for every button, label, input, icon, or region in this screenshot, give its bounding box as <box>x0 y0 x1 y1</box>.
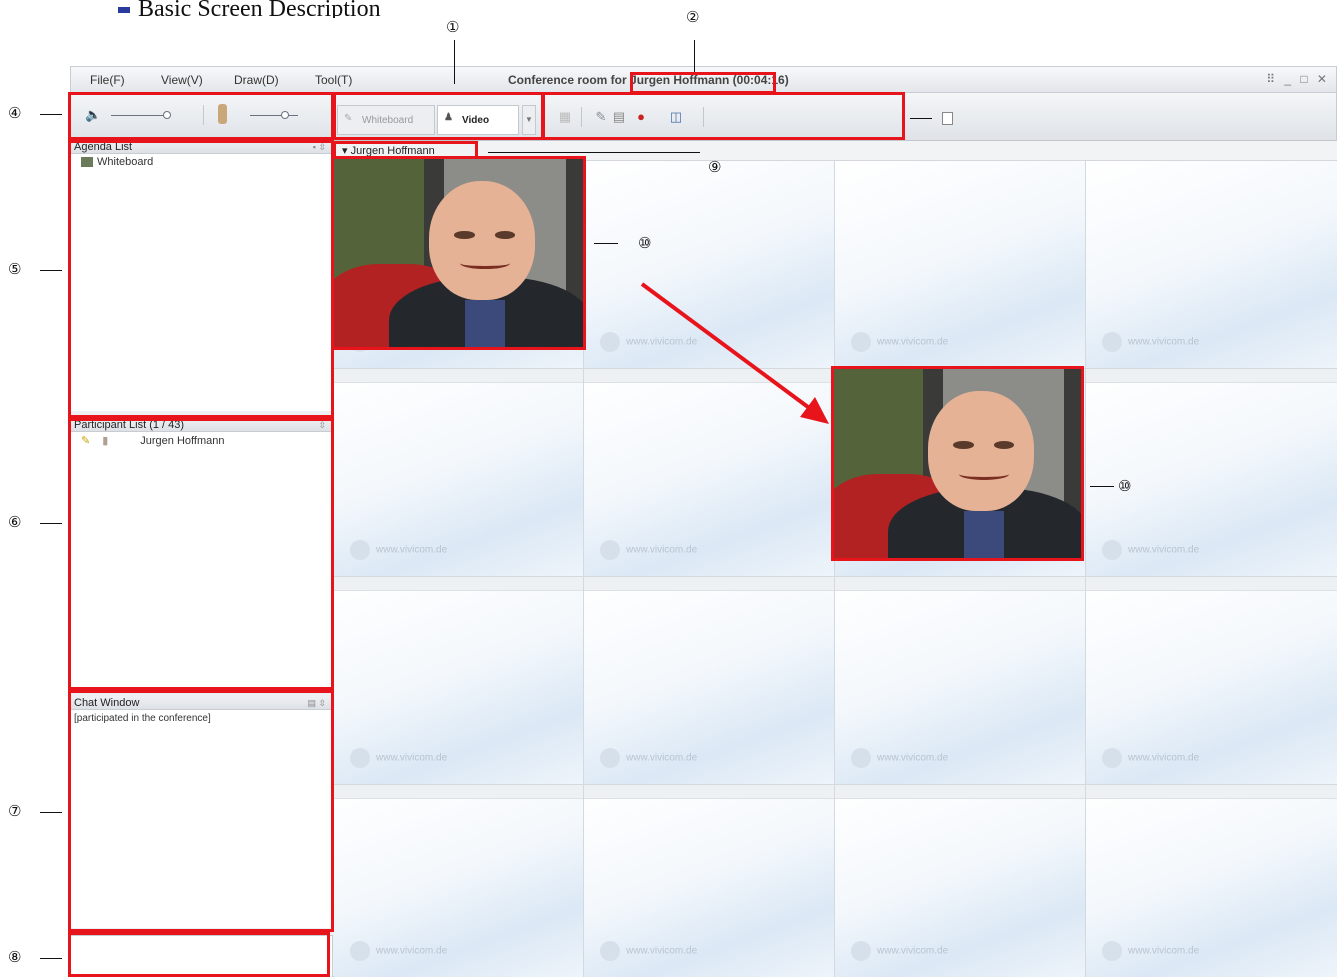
annotation-leader-7 <box>40 812 62 813</box>
annotation-label-5: ⑤ <box>8 260 22 278</box>
annotation-leader-2 <box>694 40 695 72</box>
annotation-arrow-line <box>640 282 814 412</box>
annotation-box-3 <box>542 92 905 140</box>
annotation-leader-10b <box>1090 486 1114 487</box>
annotation-label-9: ⑨ <box>708 158 722 176</box>
annotation-label-7: ⑦ <box>8 802 22 820</box>
annotation-leader-5 <box>40 270 62 271</box>
annotation-leader-9 <box>488 152 700 153</box>
annotation-marker-3 <box>942 112 953 125</box>
annotation-box-4 <box>68 92 334 140</box>
annotation-box-6 <box>68 418 334 690</box>
annotation-label-8: ⑧ <box>8 948 22 966</box>
annotation-label-4: ④ <box>8 104 22 122</box>
annotation-label-10b: ⑩ <box>1118 477 1132 495</box>
annotation-box-10b <box>831 366 1084 561</box>
annotation-leader-6 <box>40 523 62 524</box>
annotation-box-10a <box>331 156 586 350</box>
annotation-leader-10a <box>594 243 618 244</box>
annotation-label-1: ① <box>446 18 460 36</box>
annotation-box-1 <box>333 92 544 140</box>
annotation-label-6: ⑥ <box>8 513 22 531</box>
annotation-leader-8 <box>40 958 62 959</box>
annotation-box-8 <box>68 932 330 977</box>
annotation-leader-4 <box>40 114 62 115</box>
annotation-leader-3 <box>910 118 932 119</box>
annotation-label-2: ② <box>686 8 700 26</box>
annotation-box-2 <box>630 72 776 94</box>
annotation-box-7 <box>68 690 334 932</box>
annotation-box-5 <box>68 140 334 418</box>
annotation-arrow-head <box>800 397 829 424</box>
annotation-leader-1 <box>454 40 455 84</box>
annotation-label-10a: ⑩ <box>638 234 652 252</box>
